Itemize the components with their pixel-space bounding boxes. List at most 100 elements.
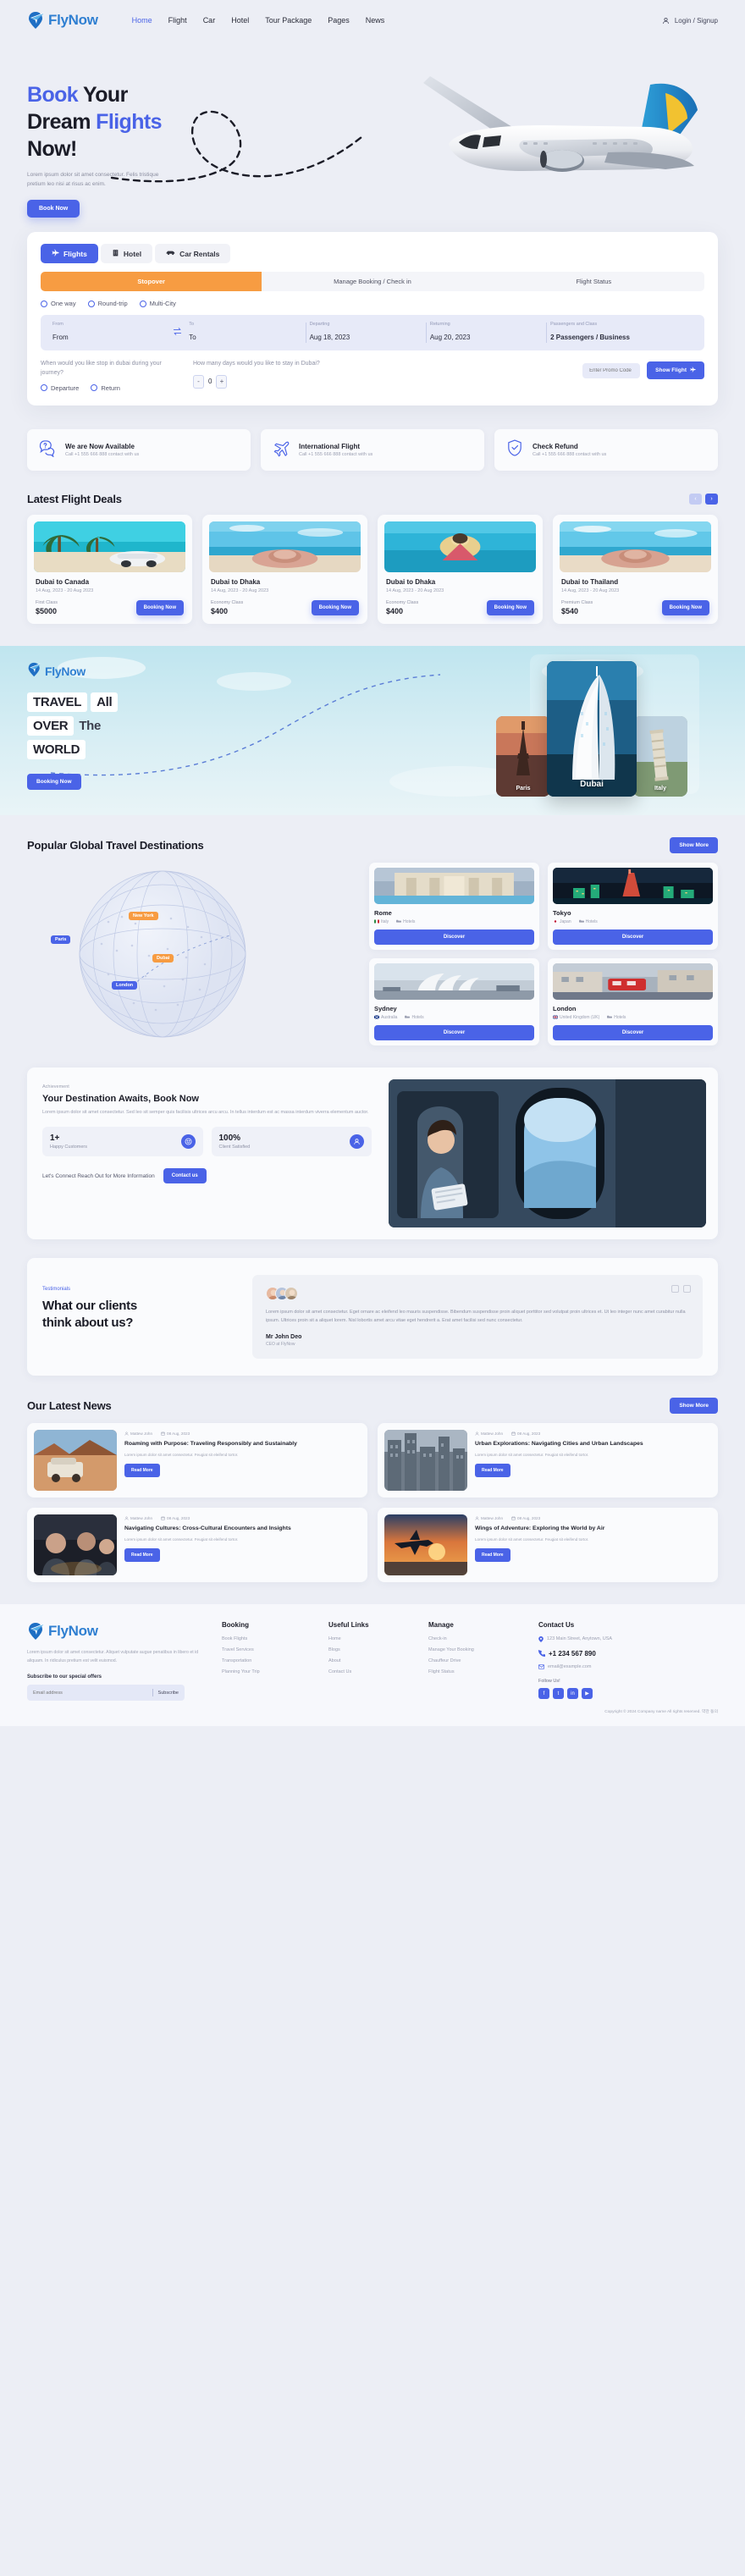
radio-return[interactable]: Return — [91, 384, 120, 392]
banner-card-italy[interactable]: Italy — [633, 715, 687, 797]
nav-item-news[interactable]: News — [366, 16, 385, 25]
account-area[interactable]: Login / Signup — [662, 17, 718, 25]
map-pin-london[interactable]: London — [112, 980, 138, 990]
subtab-stopover[interactable]: Stopover — [41, 272, 262, 291]
map-pin-dubai[interactable]: Dubai — [152, 953, 174, 963]
banner-card-paris[interactable]: Paris — [496, 715, 550, 797]
deal-card[interactable]: Dubai to Thailand 14 Aug, 2023 - 20 Aug … — [553, 514, 718, 624]
tab-flights[interactable]: Flights — [41, 244, 98, 263]
map-pin-paris[interactable]: Paris — [51, 935, 71, 944]
destination-discover-button[interactable]: Discover — [374, 929, 534, 945]
footer-link[interactable]: Contact Us — [328, 1669, 417, 1674]
deal-card[interactable]: Dubai to Dhaka 14 Aug, 2023 - 20 Aug 202… — [202, 514, 367, 624]
footer-link[interactable]: Manage Your Booking — [428, 1647, 527, 1652]
field-returning[interactable]: Returning Aug 20, 2023 — [427, 320, 548, 345]
promo-code-input[interactable] — [582, 362, 641, 378]
footer-link[interactable]: Travel Services — [222, 1647, 317, 1652]
facebook-icon[interactable]: f — [538, 1688, 549, 1700]
footer-link[interactable]: Blogs — [328, 1647, 417, 1652]
news-grid: Mattew John 08 Aug, 2023 Roaming with Pu… — [27, 1423, 718, 1583]
field-passengers[interactable]: Passengers and Class 2 Passengers / Busi… — [547, 320, 696, 345]
footer-link[interactable]: Home — [328, 1636, 417, 1641]
map-pin-new-york[interactable]: New York — [129, 911, 158, 920]
linkedin-icon[interactable]: in — [567, 1688, 578, 1700]
radio-departure[interactable]: Departure — [41, 384, 79, 392]
nav-item-car[interactable]: Car — [203, 16, 216, 25]
destination-discover-button[interactable]: Discover — [553, 1024, 713, 1040]
subtab-flight-status[interactable]: Flight Status — [483, 272, 704, 291]
field-to[interactable]: To To — [185, 320, 306, 345]
testimonial-prev-button[interactable] — [671, 1284, 679, 1293]
destination-discover-button[interactable]: Discover — [553, 929, 713, 945]
footer-link[interactable]: Transportation — [222, 1658, 317, 1663]
destination-card[interactable]: Tokyo Japan Hotels Discover — [548, 862, 718, 950]
radio-multi-city[interactable]: Multi-City — [139, 300, 176, 307]
show-flight-button[interactable]: Show Flight — [647, 361, 704, 379]
radio-one-way[interactable]: One way — [41, 300, 76, 307]
deal-card[interactable]: Dubai to Canada 14 Aug, 2023 - 20 Aug 20… — [27, 514, 192, 624]
contact-phone[interactable]: +1 234 567 890 — [538, 1650, 718, 1658]
nav-item-home[interactable]: Home — [132, 16, 152, 25]
footer-link[interactable]: Planning Your Trip — [222, 1669, 317, 1674]
banner-card-dubai[interactable]: Dubai — [547, 660, 637, 797]
nav-item-tour-package[interactable]: Tour Package — [265, 16, 312, 25]
destination-card[interactable]: London United Kingdom (UK) Hotels Discov… — [548, 957, 718, 1045]
deal-booking-button[interactable]: Booking Now — [135, 599, 184, 615]
contact-email[interactable]: email@example.com — [538, 1664, 718, 1671]
destination-card[interactable]: Sydney Australia Hotels Discover — [369, 957, 539, 1045]
deals-prev-button[interactable]: ‹ — [689, 493, 702, 505]
tab-car-rentals[interactable]: Car Rentals — [155, 244, 231, 263]
email-input[interactable] — [33, 1690, 147, 1696]
footer-link[interactable]: Flight Status — [428, 1669, 527, 1674]
passengers-label: Passengers and Class — [550, 322, 598, 327]
subscribe-button[interactable]: Subscribe — [158, 1691, 179, 1696]
deal-class: Economy Class — [211, 599, 244, 605]
news-card[interactable]: Mattew John 08 Aug, 2023 Roaming with Pu… — [27, 1423, 367, 1498]
achievement-contact-button[interactable]: Contact us — [163, 1168, 207, 1184]
youtube-icon[interactable]: ▶ — [582, 1688, 593, 1700]
deal-booking-button[interactable]: Booking Now — [486, 599, 534, 615]
deal-booking-button[interactable]: Booking Now — [311, 599, 359, 615]
news-card[interactable]: Mattew John 08 Aug, 2023 Wings of Advent… — [378, 1508, 718, 1583]
news-read-more-button[interactable]: Read More — [475, 1464, 510, 1478]
subtab-manage-booking[interactable]: Manage Booking / Check in — [262, 272, 483, 291]
news-show-more-button[interactable]: Show More — [670, 1398, 718, 1415]
deals-next-button[interactable]: › — [705, 493, 718, 505]
hero-title-part3: Dream — [27, 110, 97, 134]
logo[interactable]: FlyNow — [27, 10, 98, 30]
increment-button[interactable]: + — [216, 374, 228, 389]
news-read-more-button[interactable]: Read More — [124, 1548, 160, 1563]
footer-link[interactable]: Book Flights — [222, 1636, 317, 1641]
hero-title-part4: Flights — [96, 110, 162, 134]
destinations-show-more-button[interactable]: Show More — [670, 836, 718, 853]
field-from[interactable]: From From — [49, 320, 169, 345]
footer-logo[interactable]: FlyNow — [27, 1621, 176, 1641]
radio-round-trip[interactable]: Round-trip — [87, 300, 128, 307]
stat-number: 100% — [218, 1134, 241, 1144]
news-card[interactable]: Mattew John 08 Aug, 2023 Navigating Cult… — [27, 1508, 367, 1583]
destination-discover-button[interactable]: Discover — [374, 1024, 534, 1040]
swap-icon[interactable] — [169, 327, 185, 339]
twitter-icon[interactable]: t — [553, 1688, 564, 1700]
book-now-button[interactable]: Book Now — [27, 200, 80, 218]
testimonial-next-button[interactable] — [683, 1284, 691, 1293]
footer-link[interactable]: About — [328, 1658, 417, 1663]
news-read-more-button[interactable]: Read More — [475, 1548, 510, 1563]
news-card[interactable]: Mattew John 08 Aug, 2023 Urban Explorati… — [378, 1423, 718, 1498]
login-signup-link[interactable]: Login / Signup — [675, 17, 718, 25]
site-footer: FlyNow Lorem ipsum dolor sit amet consec… — [0, 1604, 745, 1726]
deal-card[interactable]: Dubai to Dhaka 14 Aug, 2023 - 20 Aug 202… — [378, 514, 543, 624]
news-read-more-button[interactable]: Read More — [124, 1464, 160, 1478]
field-departing[interactable]: Departing Aug 18, 2023 — [306, 320, 428, 345]
tab-hotel[interactable]: Hotel — [100, 244, 153, 263]
nav-item-hotel[interactable]: Hotel — [231, 16, 249, 25]
deal-booking-button[interactable]: Booking Now — [661, 599, 709, 615]
decrement-button[interactable]: - — [193, 374, 204, 389]
nav-item-flight[interactable]: Flight — [168, 16, 187, 25]
nav-item-pages[interactable]: Pages — [328, 16, 350, 25]
banner-booking-button[interactable]: Booking Now — [27, 773, 81, 790]
destination-card[interactable]: Rome Italy Hotels Discover — [369, 862, 539, 950]
footer-link[interactable]: Chauffeur Drive — [428, 1658, 527, 1663]
footer-link[interactable]: Check-in — [428, 1636, 527, 1641]
returning-label: Returning — [429, 322, 450, 327]
